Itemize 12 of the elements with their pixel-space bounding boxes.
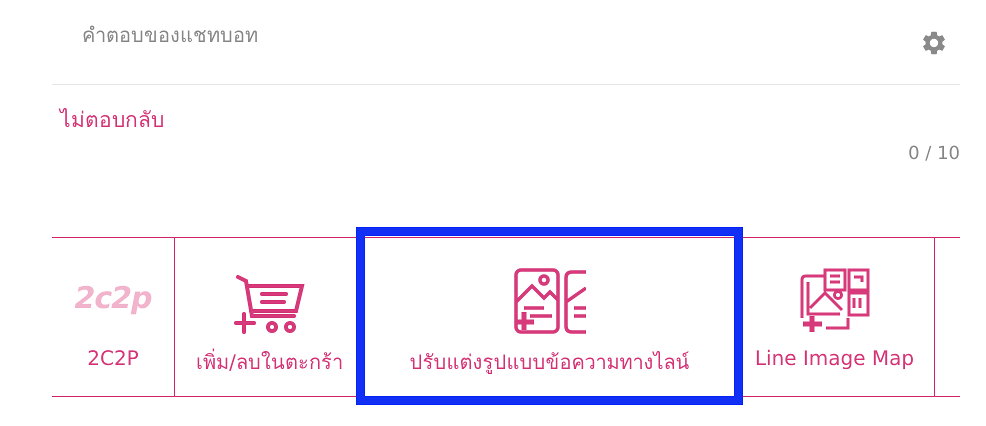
settings-icon[interactable] <box>920 29 948 57</box>
image-layout-icon <box>514 268 586 334</box>
logo: 2c2p <box>74 281 152 316</box>
action-label[interactable]: Line Image Map <box>754 346 914 370</box>
section-title: คำตอบของแชทบอท <box>82 22 258 49</box>
action-label[interactable]: เพิ่ม/ลบในตะกร้า <box>196 346 343 378</box>
reply-value: ไม่ตอบกลับ <box>60 108 164 132</box>
action-label[interactable]: 2C2P <box>87 346 139 370</box>
cart-plus-icon <box>234 274 306 334</box>
action-label[interactable]: ปรับแต่งรูปแบบข้อความทางไลน์ <box>410 346 690 378</box>
image-map-icon <box>800 268 870 334</box>
character-counter: 0 / 10 <box>908 143 960 164</box>
